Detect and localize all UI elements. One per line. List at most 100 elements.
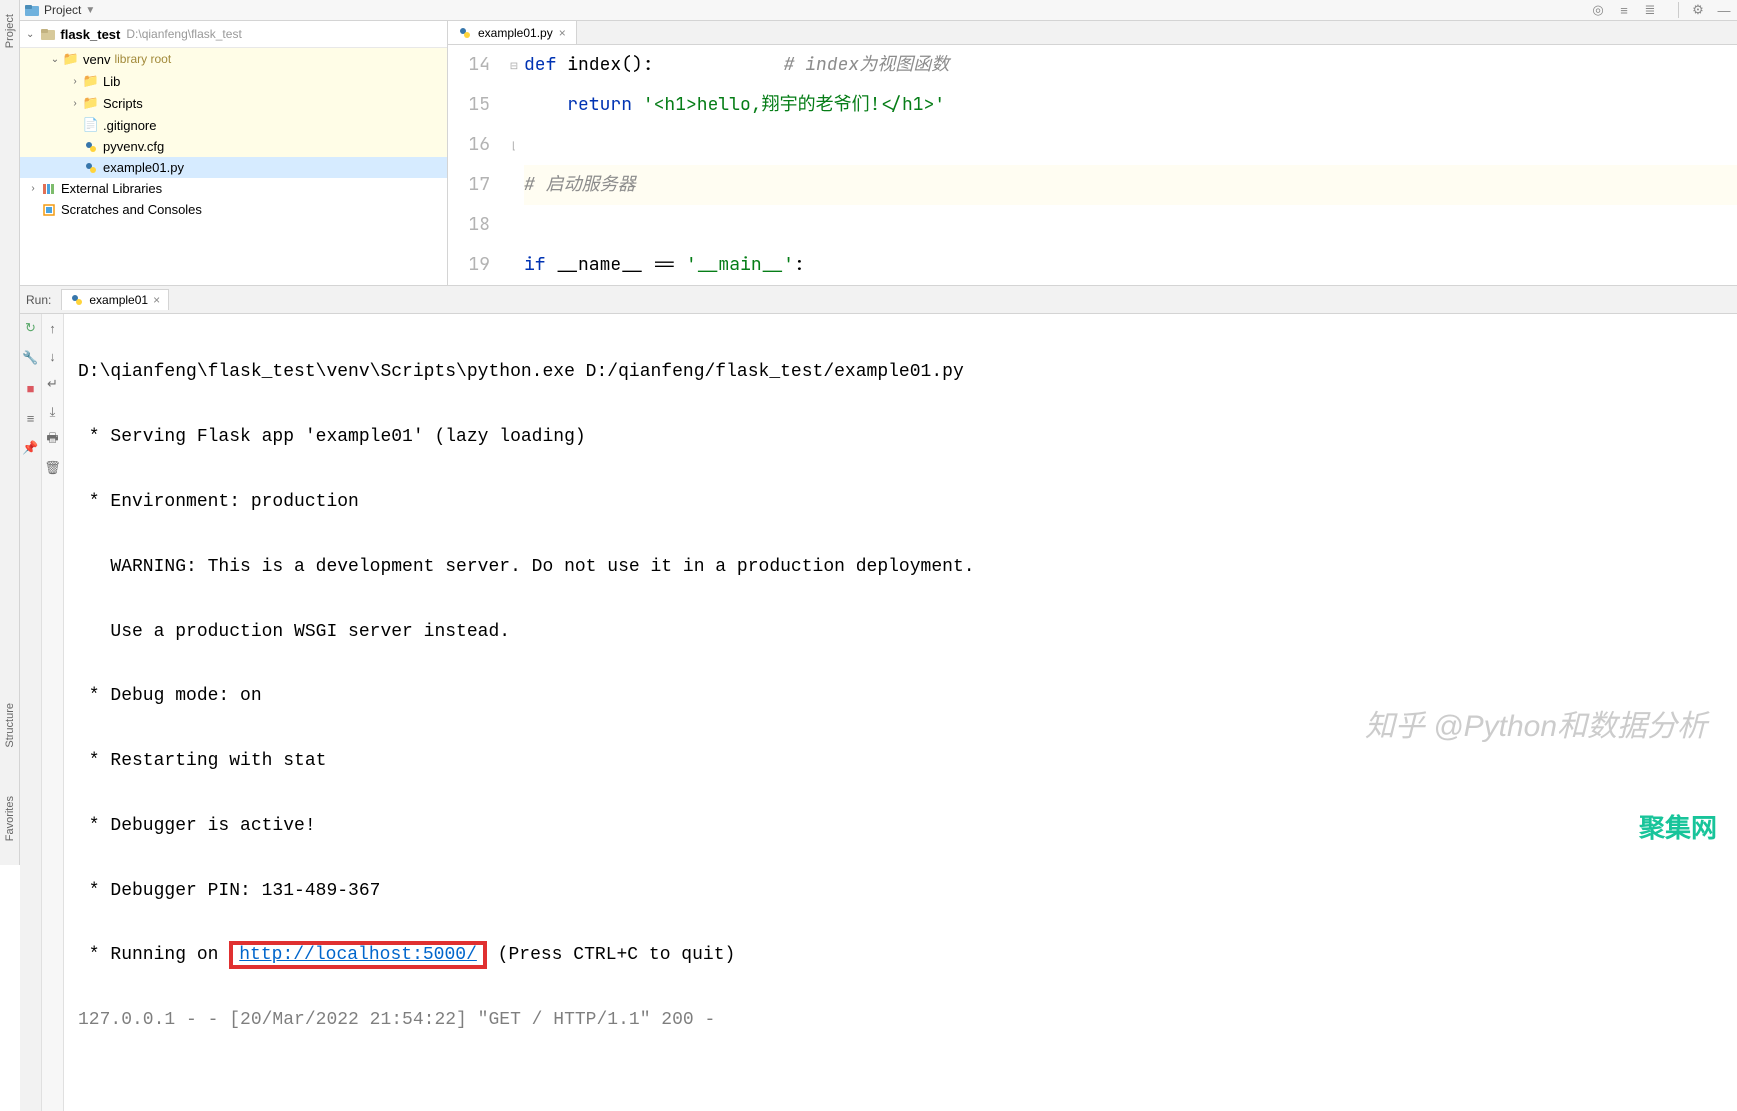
server-url-link[interactable]: http://localhost:5000/ (239, 945, 477, 965)
left-tool-strip: Project Structure Favorites (0, 0, 20, 865)
tree-label: External Libraries (61, 181, 162, 196)
line-number: 17 (448, 165, 490, 205)
console-line: Use a production WSGI server instead. (78, 616, 1723, 648)
project-root[interactable]: ⌄ flask_test D:\qianfeng\flask_test (20, 21, 447, 48)
project-root-name: flask_test (60, 27, 120, 42)
stop-icon[interactable]: ■ (23, 380, 39, 396)
divider (1669, 2, 1679, 18)
console-line: * Debug mode: on (78, 680, 1723, 712)
line-number: 14 (448, 45, 490, 85)
soft-wrap-icon[interactable]: ↵ (45, 376, 61, 392)
editor-tab-example01[interactable]: example01.py × (448, 21, 577, 44)
console-line: 127.0.0.1 - - [20/Mar/2022 21:54:22] "GE… (78, 1004, 1723, 1036)
collapse-all-icon[interactable]: ≣ (1640, 0, 1660, 20)
libraries-icon (40, 182, 58, 196)
fold-collapse-icon[interactable]: ⊟ (504, 45, 524, 85)
project-tree-panel: ⌄ flask_test D:\qianfeng\flask_test ⌄📁ve… (20, 21, 448, 285)
tree-item-external-libraries[interactable]: › External Libraries (20, 178, 447, 199)
chevron-down-icon: ⌄ (26, 29, 34, 40)
code-area[interactable]: def index():# index为视图函数 return '<h1>hel… (524, 45, 1737, 285)
folder-icon (40, 26, 56, 42)
chevron-right-icon: › (26, 183, 40, 194)
up-arrow-icon[interactable]: ↑ (45, 320, 61, 336)
console-line: * Running on http://localhost:5000/ (Pre… (78, 939, 1723, 971)
tree-item-gitignore[interactable]: 📄.gitignore (20, 114, 447, 136)
layout-icon[interactable]: ≡ (23, 410, 39, 426)
console-line: * Restarting with stat (78, 745, 1723, 777)
run-tab-label: example01 (89, 293, 148, 307)
run-tools-right: ↑ ↓ ↵ ⤓ 🖶 🗑 (42, 314, 64, 1111)
project-folder-icon (24, 2, 40, 18)
tree-item-lib[interactable]: ›📁Lib (20, 70, 447, 92)
fold-end-icon[interactable]: ⌊ (504, 125, 524, 165)
editor-panel: example01.py × 14 15 16 17 18 19 ⊟ ⌊ (448, 21, 1737, 285)
python-file-icon (458, 26, 472, 40)
console-line: * Serving Flask app 'example01' (lazy lo… (78, 421, 1723, 453)
tree-label: pyvenv.cfg (103, 139, 164, 154)
run-label: Run: (26, 293, 51, 307)
tree-label: Lib (103, 74, 120, 89)
run-tools-left: ↻ 🔧 ■ ≡ 📌 (20, 314, 42, 1111)
run-panel: Run: example01 × ↻ 🔧 ■ ≡ 📌 ↑ ↓ ↵ ⤓ 🖶 🗑 (20, 285, 1737, 1111)
close-icon[interactable]: × (559, 26, 566, 40)
python-file-icon (70, 293, 84, 307)
file-icon: 📄 (82, 117, 100, 133)
gear-icon[interactable]: ⚙ (1688, 0, 1708, 20)
expand-all-icon[interactable]: ≡ (1614, 0, 1634, 20)
wrench-icon[interactable]: 🔧 (23, 350, 39, 366)
console-line: WARNING: This is a development server. D… (78, 551, 1723, 583)
python-file-icon (82, 140, 100, 154)
console-line: * Environment: production (78, 486, 1723, 518)
chevron-down-icon: ⌄ (48, 54, 62, 65)
folder-icon: 📁 (82, 73, 100, 89)
tree-item-scripts[interactable]: ›📁Scripts (20, 92, 447, 114)
tree-label: venv (83, 52, 110, 67)
folder-icon: 📁 (62, 51, 80, 67)
chevron-right-icon: › (68, 98, 82, 109)
editor-tabs: example01.py × (448, 21, 1737, 45)
pin-icon[interactable]: 📌 (23, 440, 39, 456)
line-number: 19 (448, 245, 490, 285)
scroll-to-end-icon[interactable]: ⤓ (45, 404, 61, 420)
highlighted-url-box: http://localhost:5000/ (229, 941, 487, 969)
tree-label: example01.py (103, 160, 184, 175)
trash-icon[interactable]: 🗑 (45, 460, 61, 476)
run-panel-header: Run: example01 × (20, 286, 1737, 314)
console-line: * Debugger is active! (78, 810, 1723, 842)
hide-icon[interactable]: — (1714, 0, 1734, 20)
tree-item-venv[interactable]: ⌄📁venv library root (20, 48, 447, 70)
project-label[interactable]: Project (44, 3, 81, 17)
line-number: 15 (448, 85, 490, 125)
tree-label: Scratches and Consoles (61, 202, 202, 217)
locate-icon[interactable]: ◎ (1588, 0, 1608, 20)
rerun-icon[interactable]: ↻ (23, 320, 39, 336)
python-file-icon (82, 161, 100, 175)
tree-item-example01[interactable]: example01.py (20, 157, 447, 178)
console-line: * Debugger PIN: 131-489-367 (78, 875, 1723, 907)
structure-side-tab[interactable]: Structure (2, 699, 18, 752)
tree-item-pyvenvcfg[interactable]: pyvenv.cfg (20, 136, 447, 157)
tree-label: Scripts (103, 96, 143, 111)
topbar: Project ▼ ◎ ≡ ≣ ⚙ — (0, 0, 1737, 21)
scratches-icon (40, 203, 58, 217)
tree-item-scratches[interactable]: Scratches and Consoles (20, 199, 447, 220)
fold-column: ⊟ ⌊ (504, 45, 524, 285)
editor-body[interactable]: 14 15 16 17 18 19 ⊟ ⌊ def index():# inde (448, 45, 1737, 285)
editor-tab-label: example01.py (478, 26, 553, 40)
chevron-down-icon[interactable]: ▼ (85, 5, 95, 16)
favorites-side-tab[interactable]: Favorites (2, 792, 18, 845)
run-tab-example01[interactable]: example01 × (61, 289, 169, 310)
project-root-path: D:\qianfeng\flask_test (126, 27, 241, 41)
print-icon[interactable]: 🖶 (45, 432, 61, 448)
line-number-gutter: 14 15 16 17 18 19 (448, 45, 504, 285)
tree-label: .gitignore (103, 118, 156, 133)
line-number: 16 (448, 125, 490, 165)
project-side-tab[interactable]: Project (2, 10, 18, 52)
console-line: D:\qianfeng\flask_test\venv\Scripts\pyth… (78, 356, 1723, 388)
down-arrow-icon[interactable]: ↓ (45, 348, 61, 364)
library-root-hint: library root (114, 52, 171, 66)
line-number: 18 (448, 205, 490, 245)
chevron-right-icon: › (68, 76, 82, 87)
console-output[interactable]: D:\qianfeng\flask_test\venv\Scripts\pyth… (64, 314, 1737, 1111)
close-icon[interactable]: × (153, 293, 160, 307)
